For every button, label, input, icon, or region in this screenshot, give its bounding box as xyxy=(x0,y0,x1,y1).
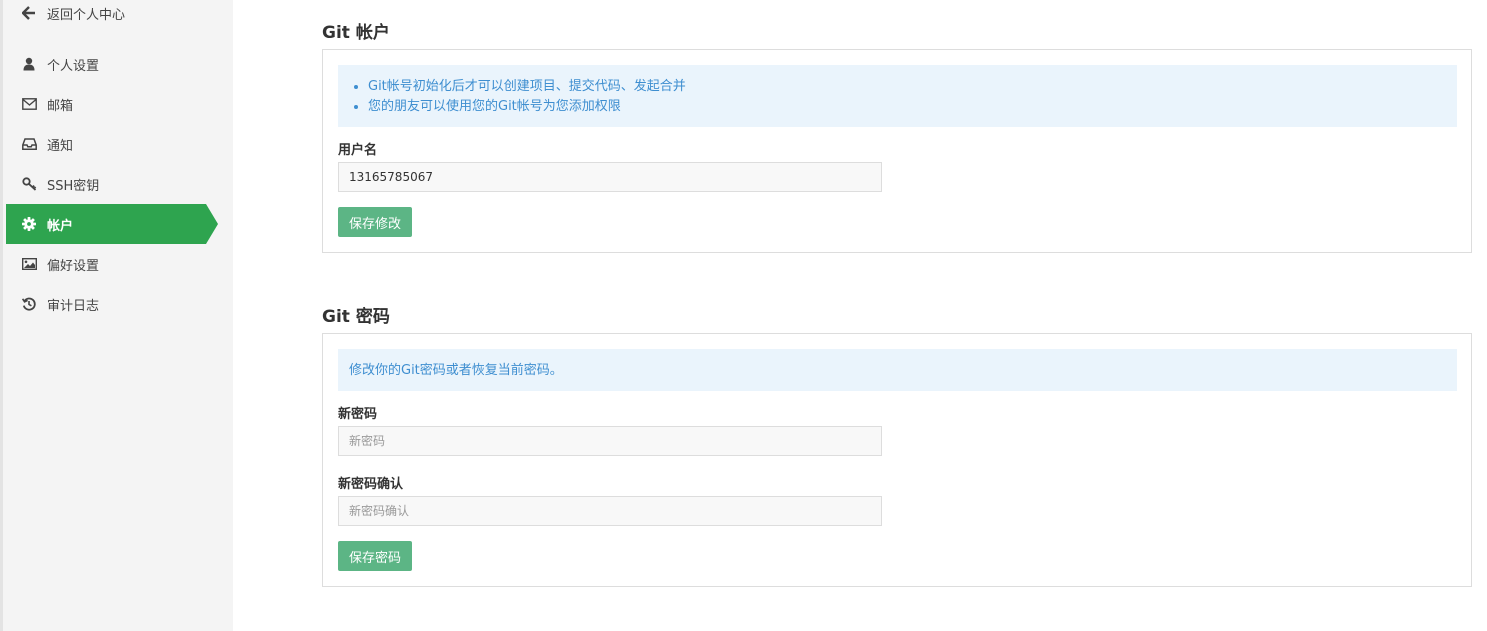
sidebar-item-notifications[interactable]: 通知 xyxy=(6,124,206,164)
new-password-input[interactable] xyxy=(338,426,882,456)
account-notes-list: Git帐号初始化后才可以创建项目、提交代码、发起合并 您的朋友可以使用您的Git… xyxy=(338,65,1457,117)
back-to-profile-link[interactable]: 返回个人中心 xyxy=(6,0,206,33)
sidebar-item-audit-log[interactable]: 审计日志 xyxy=(6,284,206,324)
username-label: 用户名 xyxy=(338,143,378,158)
sidebar-item-label: SSH密钥 xyxy=(47,178,100,194)
save-changes-button[interactable]: 保存修改 xyxy=(338,207,413,237)
account-section-title: Git 帐户 xyxy=(322,23,390,43)
key-icon xyxy=(20,175,38,193)
account-note: Git帐号初始化后才可以创建项目、提交代码、发起合并 xyxy=(368,77,1457,97)
sidebar-item-label: 邮箱 xyxy=(47,98,74,114)
save-password-button[interactable]: 保存密码 xyxy=(338,541,413,571)
back-label: 返回个人中心 xyxy=(47,7,126,23)
username-input[interactable] xyxy=(338,162,882,192)
gear-icon xyxy=(20,215,38,233)
sidebar-item-ssh-keys[interactable]: SSH密钥 xyxy=(6,164,206,204)
sidebar-item-label: 审计日志 xyxy=(47,298,100,314)
arrow-left-icon xyxy=(20,4,38,22)
sidebar-item-label: 通知 xyxy=(47,138,74,154)
confirm-password-label: 新密码确认 xyxy=(338,477,404,492)
password-note: 修改你的Git密码或者恢复当前密码。 xyxy=(349,363,563,378)
history-icon xyxy=(20,295,38,313)
sidebar-item-label: 个人设置 xyxy=(47,58,100,74)
sidebar-item-email[interactable]: 邮箱 xyxy=(6,84,206,124)
confirm-password-input[interactable] xyxy=(338,496,882,526)
envelope-icon xyxy=(20,95,38,113)
sidebar-item-label: 偏好设置 xyxy=(47,258,100,274)
sidebar-item-profile[interactable]: 个人设置 xyxy=(6,44,206,84)
user-icon xyxy=(20,55,38,73)
new-password-label: 新密码 xyxy=(338,407,378,422)
account-note: 您的朋友可以使用您的Git帐号为您添加权限 xyxy=(368,97,1457,117)
sidebar: 返回个人中心 个人设置 邮箱 通知 SSH密钥 帐户 偏好设置 审计日志 xyxy=(0,0,233,631)
sidebar-item-label: 帐户 xyxy=(47,218,74,234)
password-section-title: Git 密码 xyxy=(322,307,390,327)
account-card: Git帐号初始化后才可以创建项目、提交代码、发起合并 您的朋友可以使用您的Git… xyxy=(322,49,1472,253)
password-info-box: 修改你的Git密码或者恢复当前密码。 xyxy=(338,349,1457,391)
image-icon xyxy=(20,255,38,273)
inbox-icon xyxy=(20,135,38,153)
sidebar-item-preferences[interactable]: 偏好设置 xyxy=(6,244,206,284)
sidebar-item-account[interactable]: 帐户 xyxy=(6,204,218,244)
account-info-box: Git帐号初始化后才可以创建项目、提交代码、发起合并 您的朋友可以使用您的Git… xyxy=(338,65,1457,127)
password-card: 修改你的Git密码或者恢复当前密码。 新密码 新密码确认 保存密码 xyxy=(322,333,1472,587)
